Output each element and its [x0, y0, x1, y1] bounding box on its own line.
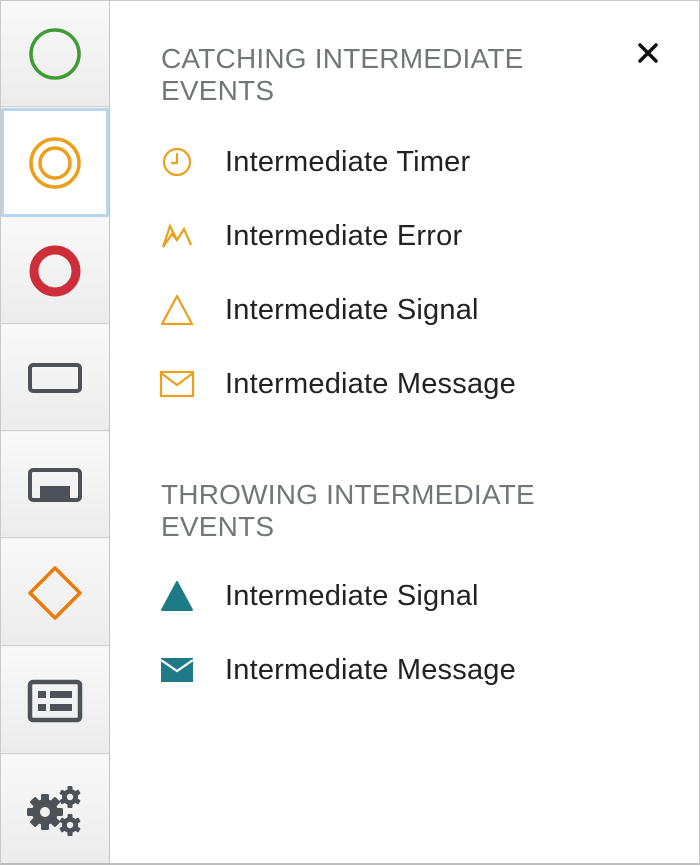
- item-label: Intermediate Message: [225, 367, 516, 400]
- signal-outline-icon: [157, 290, 197, 330]
- catching-error-item[interactable]: Intermediate Error: [157, 210, 637, 262]
- throwing-message-item[interactable]: Intermediate Message: [157, 644, 637, 696]
- tool-lanes[interactable]: [1, 648, 109, 754]
- timer-icon: [157, 142, 197, 182]
- signal-filled-icon: [157, 576, 197, 616]
- tool-settings[interactable]: [1, 756, 109, 863]
- start-event-icon: [27, 26, 83, 82]
- settings-gears-icon: [25, 782, 85, 838]
- shape-toolbar: [1, 1, 110, 863]
- throwing-signal-item[interactable]: Intermediate Signal: [157, 570, 637, 622]
- end-event-icon: [27, 243, 83, 299]
- message-outline-icon: [157, 364, 197, 404]
- tool-subprocesses[interactable]: [1, 432, 109, 538]
- gateway-icon: [25, 563, 85, 623]
- subprocess-icon: [27, 465, 83, 505]
- tool-end-events[interactable]: [1, 218, 109, 324]
- close-icon: [637, 42, 659, 69]
- item-label: Intermediate Signal: [225, 293, 479, 326]
- close-button[interactable]: [630, 37, 666, 73]
- item-label: Intermediate Signal: [225, 579, 479, 612]
- task-icon: [27, 358, 83, 398]
- catching-message-item[interactable]: Intermediate Message: [157, 358, 637, 410]
- tool-intermediate-events[interactable]: [1, 108, 109, 217]
- lane-icon: [27, 679, 83, 723]
- error-icon: [157, 216, 197, 256]
- throwing-section-title: THROWING INTERMEDIATE EVENTS: [161, 479, 535, 542]
- item-label: Intermediate Message: [225, 653, 516, 686]
- intermediate-events-palette: CATCHING INTERMEDIATE EVENTS Intermediat…: [110, 1, 699, 863]
- catching-timer-item[interactable]: Intermediate Timer: [157, 136, 637, 188]
- catching-signal-item[interactable]: Intermediate Signal: [157, 284, 637, 336]
- item-label: Intermediate Timer: [225, 145, 471, 178]
- tool-activities[interactable]: [1, 325, 109, 431]
- message-filled-icon: [157, 650, 197, 690]
- catching-section-title: CATCHING INTERMEDIATE EVENTS: [161, 43, 524, 106]
- palette-window: CATCHING INTERMEDIATE EVENTS Intermediat…: [0, 0, 700, 865]
- tool-start-events[interactable]: [1, 1, 109, 107]
- item-label: Intermediate Error: [225, 219, 463, 252]
- intermediate-event-icon: [27, 135, 83, 191]
- tool-gateways[interactable]: [1, 540, 109, 646]
